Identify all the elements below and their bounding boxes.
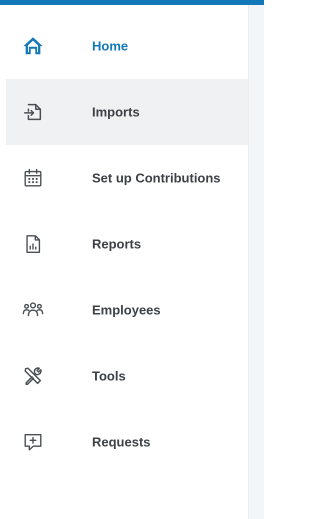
request-icon	[22, 431, 44, 453]
sidebar-item-label: Imports	[92, 104, 140, 120]
sidebar-item-set-up-contributions[interactable]: Set up Contributions	[6, 145, 248, 211]
sidebar-item-label: Home	[92, 38, 129, 54]
sidebar-item-label: Tools	[92, 368, 126, 384]
sidebar-item-label: Employees	[92, 302, 161, 318]
report-icon	[22, 233, 44, 255]
sidebar-item-label: Requests	[92, 434, 151, 450]
sidebar-item-reports[interactable]: Reports	[6, 211, 248, 277]
employees-icon	[22, 299, 44, 321]
sidebar-item-requests[interactable]: Requests	[6, 409, 248, 475]
home-icon	[22, 35, 44, 57]
sidebar-item-label: Set up Contributions	[92, 170, 221, 186]
sidebar-item-label: Reports	[92, 236, 142, 252]
sidebar-nav: Home Imports Set up Contributions Report…	[0, 5, 248, 519]
sidebar-item-employees[interactable]: Employees	[6, 277, 248, 343]
sidebar-item-home[interactable]: Home	[6, 13, 248, 79]
sidebar-item-imports[interactable]: Imports	[6, 79, 248, 145]
calendar-icon	[22, 167, 44, 189]
sidebar-item-tools[interactable]: Tools	[6, 343, 248, 409]
main-content-edge	[248, 5, 264, 519]
tools-icon	[22, 365, 44, 387]
import-icon	[22, 101, 44, 123]
